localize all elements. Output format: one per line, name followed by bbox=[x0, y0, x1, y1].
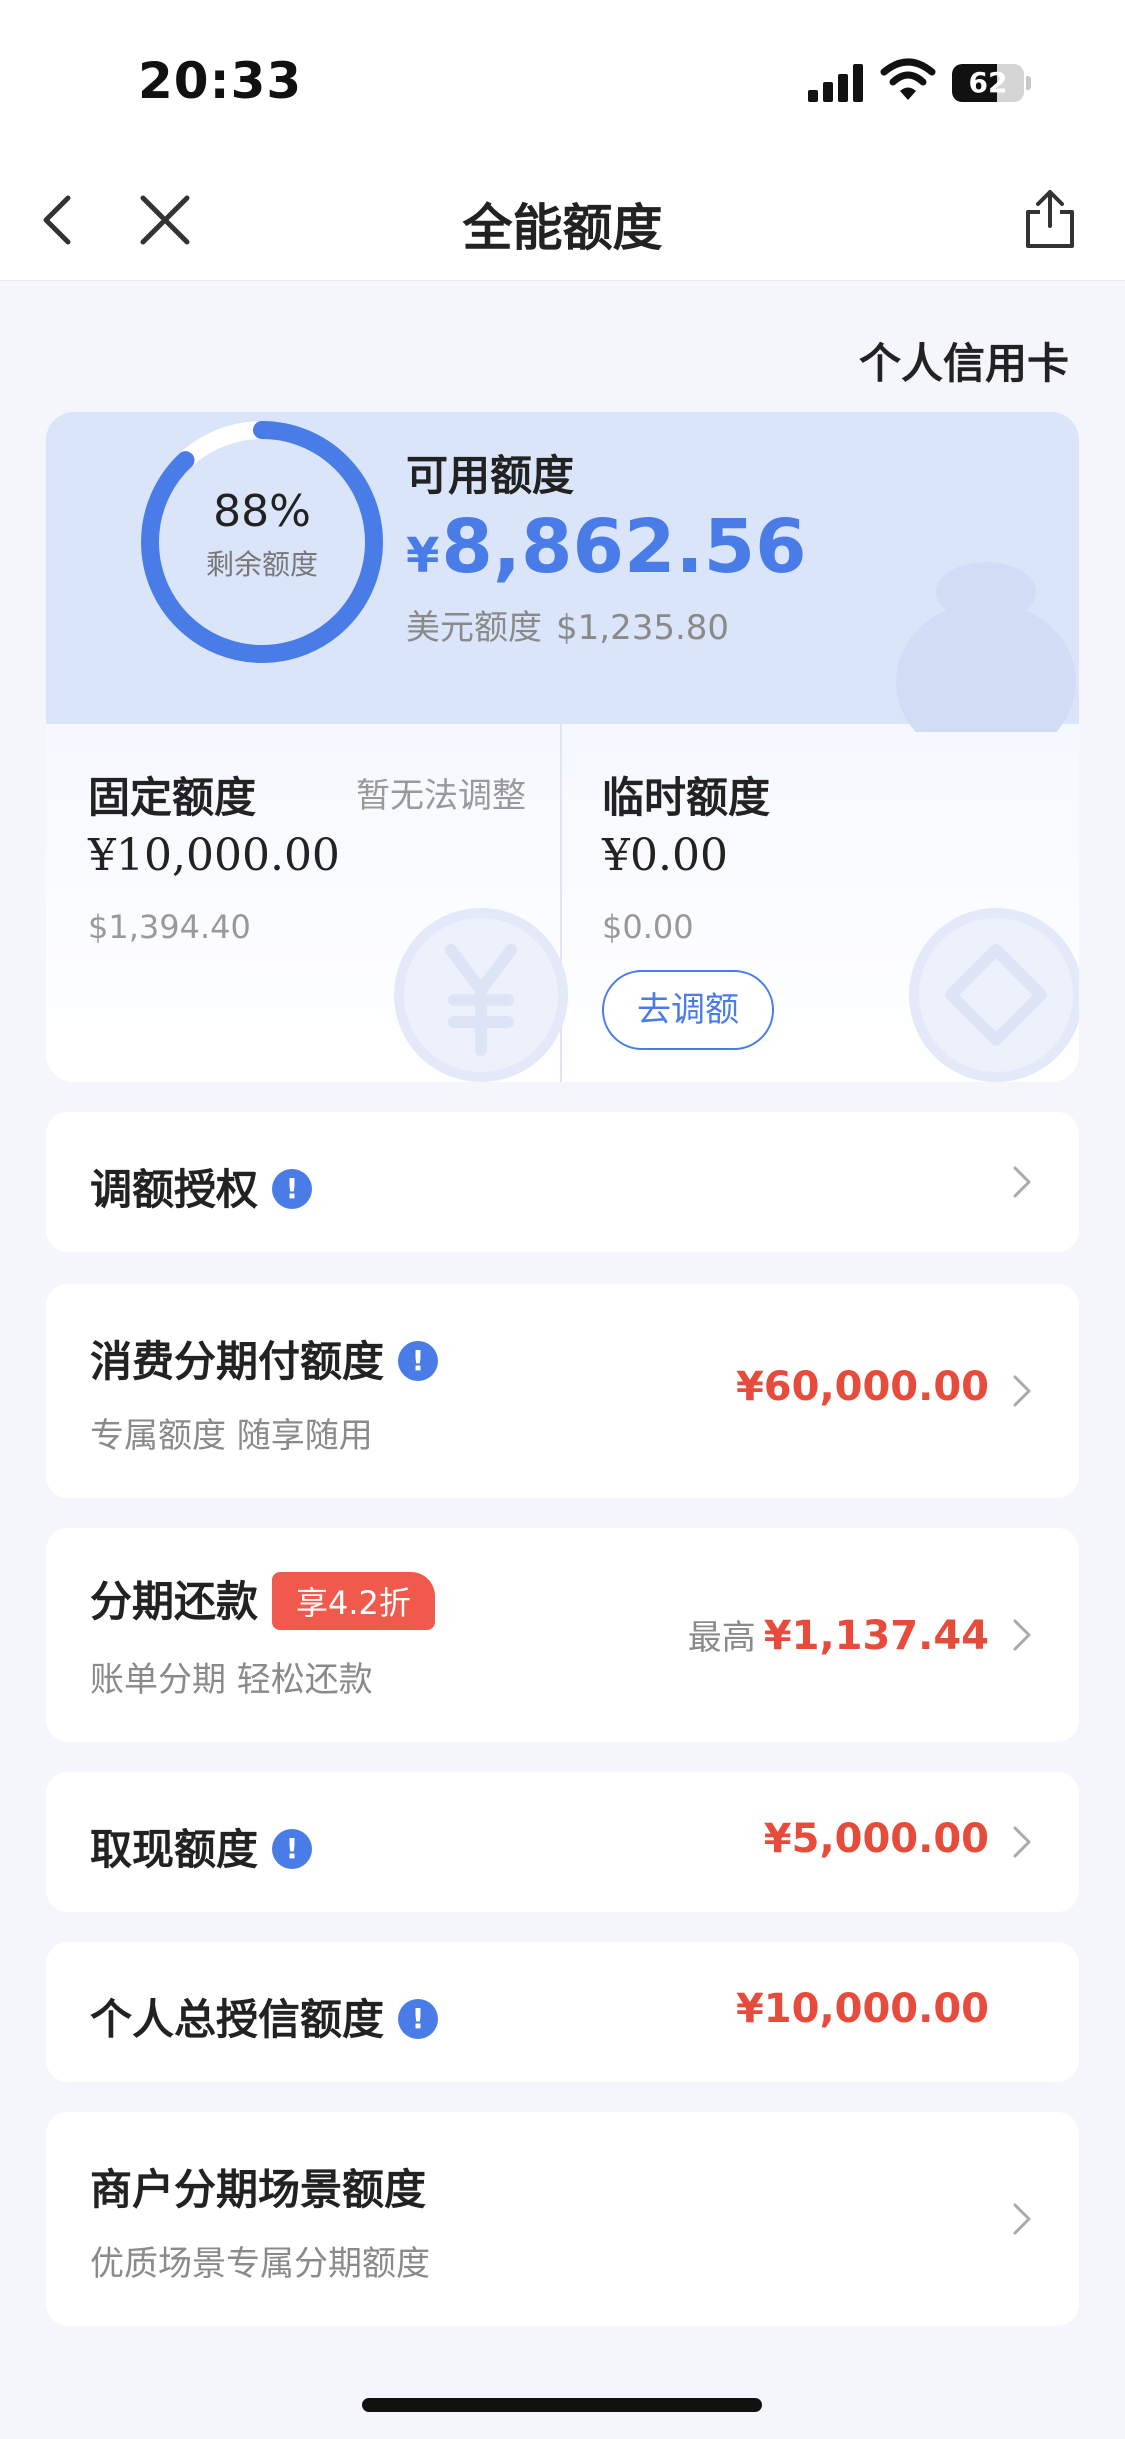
battery-cap bbox=[1026, 76, 1031, 90]
installment-repay-title: 分期还款 bbox=[90, 1577, 259, 1626]
installment-repay-sub: 账单分期 轻松还款 bbox=[90, 1660, 373, 1700]
info-icon[interactable]: ! bbox=[272, 1168, 313, 1209]
cash-quota-title: 取现额度 bbox=[90, 1825, 259, 1874]
chevron-right-icon bbox=[1013, 1619, 1031, 1651]
chevron-right-icon bbox=[1013, 1166, 1031, 1198]
installment-pay-title: 消费分期付额度 bbox=[90, 1337, 385, 1386]
battery-icon: 62 bbox=[952, 64, 1024, 102]
nav-bar: 全能额度 bbox=[0, 160, 1125, 281]
ring-percent: 88% bbox=[213, 486, 311, 537]
row-title: 调额授权! bbox=[90, 1156, 313, 1217]
temporary-quota-label: 临时额度 bbox=[602, 773, 771, 822]
status-time: 20:33 bbox=[138, 52, 303, 110]
currency-symbol: ¥ bbox=[406, 528, 440, 584]
available-amount: ¥8,862.56 bbox=[406, 504, 807, 590]
yen-coin-watermark-icon bbox=[394, 908, 568, 1082]
info-icon[interactable]: ! bbox=[272, 1828, 313, 1869]
max-label: 最高 bbox=[687, 1618, 756, 1658]
ring-sub-label: 剩余额度 bbox=[205, 548, 318, 581]
row-title: 消费分期付额度! bbox=[90, 1328, 439, 1389]
diamond-coin-watermark-icon bbox=[909, 908, 1079, 1082]
card-type-tab[interactable]: 个人信用卡 bbox=[859, 330, 1069, 391]
adjust-quota-button[interactable]: 去调额 bbox=[602, 970, 774, 1050]
total-credit-amount: ¥10,000.00 bbox=[735, 1986, 989, 2032]
page-title: 全能额度 bbox=[462, 199, 663, 257]
fixed-quota-amount: ¥10,000.00 bbox=[88, 830, 340, 881]
installment-repay-amount-row: 最高 ¥1,137.44 bbox=[688, 1610, 989, 1659]
row-title: 分期还款 享4.2折 bbox=[90, 1568, 435, 1634]
credit-summary-card: 88% 剩余额度 可用额度 ¥8,862.56 美元额度 $1,235.80 固定… bbox=[46, 412, 1079, 1082]
quota-authorization-title: 调额授权 bbox=[90, 1165, 259, 1214]
share-icon[interactable] bbox=[1020, 186, 1080, 252]
fixed-quota-label: 固定额度 bbox=[88, 773, 257, 822]
cash-quota-row[interactable]: 取现额度! ¥5,000.00 bbox=[46, 1772, 1079, 1912]
chevron-right-icon bbox=[1013, 2203, 1031, 2235]
merchant-installment-title: 商户分期场景额度 bbox=[90, 2165, 427, 2214]
money-bag-watermark-icon bbox=[896, 562, 1076, 732]
total-credit-title: 个人总授信额度 bbox=[90, 1995, 385, 2044]
installment-repay-row[interactable]: 分期还款 享4.2折 账单分期 轻松还款 最高 ¥1,137.44 bbox=[46, 1528, 1079, 1742]
installment-pay-amount: ¥60,000.00 bbox=[735, 1364, 989, 1410]
available-amount-value: 8,862.56 bbox=[441, 504, 807, 590]
installment-pay-sub: 专属额度 随享随用 bbox=[90, 1416, 373, 1456]
battery-level: 62 bbox=[968, 66, 1008, 99]
merchant-installment-row[interactable]: 商户分期场景额度 优质场景专属分期额度 bbox=[46, 2112, 1079, 2326]
fixed-quota-note: 暂无法调整 bbox=[356, 776, 526, 816]
discount-badge: 享4.2折 bbox=[272, 1571, 435, 1630]
status-bar: 20:33 62 bbox=[0, 0, 1125, 160]
usd-quota-row: 美元额度 $1,235.80 bbox=[406, 600, 743, 649]
temporary-quota-usd: $0.00 bbox=[602, 908, 694, 946]
quota-authorization-row[interactable]: 调额授权! bbox=[46, 1112, 1079, 1252]
temporary-quota-amount: ¥0.00 bbox=[602, 830, 728, 881]
row-title: 取现额度! bbox=[90, 1816, 313, 1877]
fixed-quota-usd: $1,394.40 bbox=[88, 908, 251, 946]
home-indicator[interactable] bbox=[362, 2398, 762, 2412]
wifi-icon bbox=[880, 58, 936, 100]
usd-label: 美元额度 bbox=[406, 608, 542, 648]
row-title: 个人总授信额度! bbox=[90, 1986, 439, 2047]
info-icon[interactable]: ! bbox=[398, 1998, 439, 2039]
cellular-signal-icon bbox=[808, 64, 864, 102]
info-icon[interactable]: ! bbox=[398, 1340, 439, 1381]
cash-quota-amount: ¥5,000.00 bbox=[763, 1816, 989, 1862]
available-label: 可用额度 bbox=[406, 451, 575, 500]
installment-repay-amount: ¥1,137.44 bbox=[763, 1613, 989, 1659]
usd-amount: $1,235.80 bbox=[556, 608, 730, 648]
chevron-right-icon bbox=[1013, 1375, 1031, 1407]
merchant-installment-sub: 优质场景专属分期额度 bbox=[90, 2244, 430, 2284]
total-credit-row: 个人总授信额度! ¥10,000.00 bbox=[46, 1942, 1079, 2082]
installment-pay-quota-row[interactable]: 消费分期付额度! 专属额度 随享随用 ¥60,000.00 bbox=[46, 1284, 1079, 1498]
chevron-right-icon bbox=[1013, 1826, 1031, 1858]
ring-label: 88% 剩余额度 bbox=[132, 486, 392, 583]
